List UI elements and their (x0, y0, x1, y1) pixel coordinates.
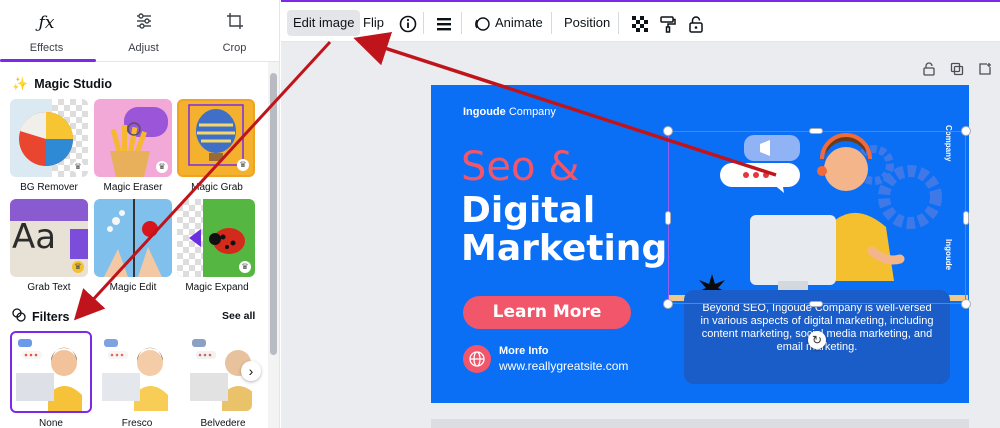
filters-next-button[interactable]: › (241, 361, 261, 381)
transparency-icon (631, 15, 649, 32)
animate-label: Animate (495, 15, 543, 30)
crown-icon: ♛ (239, 261, 251, 273)
animate-button[interactable]: Animate (467, 10, 549, 36)
lock-icon (687, 15, 705, 33)
tool-magic-expand-label: Magic Expand (185, 282, 249, 293)
brand-suffix: Company (508, 106, 556, 118)
tool-magic-eraser-label: Magic Eraser (103, 182, 163, 193)
crop-icon (224, 12, 246, 34)
position-button[interactable]: Position (558, 10, 616, 36)
tool-grab-text-label: Grab Text (27, 282, 71, 293)
lock-button[interactable] (681, 10, 711, 36)
crown-icon: ♛ (156, 161, 168, 173)
tab-crop[interactable]: Crop (188, 0, 281, 62)
panel-tabs: ƒx Effects Adjust Crop (0, 0, 280, 62)
website-label: www.reallygreatsite.com (499, 359, 629, 373)
headline-line-1[interactable]: Seo & (461, 145, 579, 189)
transparency-button[interactable] (625, 10, 655, 36)
edit-image-button[interactable]: Edit image (287, 10, 361, 36)
add-page-button[interactable] (976, 62, 994, 80)
magic-studio-title: Magic Studio (34, 77, 112, 91)
filters-title: Filters (32, 309, 70, 324)
tool-bg-remover-label: BG Remover (20, 182, 78, 193)
next-page-preview (431, 419, 969, 428)
sliders-icon (133, 12, 155, 34)
toolbar-divider (551, 12, 552, 34)
line-weight-button[interactable] (429, 10, 459, 36)
add-page-icon (978, 63, 992, 79)
filter-belvedere-label: Belvedere (200, 418, 246, 428)
tool-magic-grab-label: Magic Grab (191, 182, 243, 193)
filter-fresco-preview (102, 339, 168, 411)
tool-magic-edit[interactable] (94, 199, 172, 277)
tool-magic-grab[interactable]: ♛ (177, 99, 255, 177)
tool-bg-remover[interactable]: ♛ (10, 99, 88, 177)
brand-line: Ingoude Company (463, 106, 556, 118)
duplicate-icon (950, 62, 964, 79)
sparkle-icon: ✨ (12, 76, 29, 91)
fx-icon: ƒx (38, 13, 55, 33)
filters-header: Filters (12, 308, 70, 325)
tool-magic-expand[interactable]: ♛ (177, 199, 255, 277)
flip-button[interactable]: Flip (357, 10, 390, 36)
more-info-label: More Info (499, 345, 549, 357)
rotate-handle[interactable]: ↻ (808, 331, 826, 349)
copy-style-button[interactable] (653, 10, 683, 36)
resize-handle-right[interactable] (963, 211, 969, 225)
paint-roller-icon (659, 15, 677, 33)
headline-line-2[interactable]: Digital (461, 191, 595, 231)
tool-magic-eraser[interactable]: ♛ (94, 99, 172, 177)
filter-none[interactable] (10, 331, 92, 413)
info-icon (399, 15, 417, 32)
filter-none-label: None (39, 418, 63, 428)
resize-handle-top-right[interactable] (961, 126, 971, 136)
toolbar-divider (461, 12, 462, 34)
tool-magic-edit-label: Magic Edit (109, 282, 157, 293)
toolbar-divider (423, 12, 424, 34)
info-button[interactable] (393, 10, 423, 36)
headline-line-3[interactable]: Marketing (461, 229, 667, 269)
active-tab-indicator (0, 59, 96, 62)
filters-icon (12, 308, 26, 325)
resize-handle-bottom-left[interactable] (663, 299, 673, 309)
tab-adjust[interactable]: Adjust (97, 0, 190, 62)
tab-crop-label: Crop (222, 42, 247, 54)
resize-handle-left[interactable] (665, 211, 671, 225)
crown-icon: ♛ (72, 161, 84, 173)
tab-adjust-label: Adjust (128, 42, 159, 54)
tab-effects[interactable]: ƒx Effects (0, 0, 93, 62)
rotate-icon: ↻ (811, 333, 823, 347)
resize-handle-bottom-right[interactable] (961, 299, 971, 309)
brand-name: Ingoude (463, 106, 506, 118)
resize-handle-top[interactable] (809, 128, 823, 134)
tool-grab-text[interactable]: Aa ♛ (10, 199, 88, 277)
crown-icon: ♛ (72, 261, 84, 273)
lines-icon (435, 15, 453, 30)
animate-icon (473, 10, 491, 36)
lock-icon (922, 62, 936, 79)
filter-fresco[interactable] (98, 333, 176, 411)
panel-scrollbar-thumb[interactable] (270, 73, 277, 355)
magic-studio-header: ✨ Magic Studio (12, 76, 112, 92)
filter-none-preview (16, 339, 82, 411)
learn-more-button[interactable]: Learn More (463, 296, 631, 329)
chevron-right-icon: › (248, 363, 254, 379)
resize-handle-top-left[interactable] (663, 126, 673, 136)
duplicate-page-button[interactable] (948, 62, 966, 80)
image-toolbar: Edit image Flip Animate Position (281, 0, 1000, 42)
selection-box[interactable] (668, 131, 966, 304)
toolbar-divider (618, 12, 619, 34)
globe-icon (463, 345, 491, 373)
lock-page-button[interactable] (920, 62, 938, 80)
flowers-image (104, 210, 162, 277)
aa-text-image: Aa (12, 217, 57, 257)
resize-handle-bottom[interactable] (809, 301, 823, 307)
tab-effects-label: Effects (29, 42, 64, 54)
see-all-link[interactable]: See all (222, 310, 255, 322)
filter-fresco-label: Fresco (121, 418, 153, 428)
effects-panel: ƒx Effects Adjust Crop ✨ Magic Studio ♛ … (0, 0, 280, 428)
crown-icon: ♛ (237, 159, 249, 171)
